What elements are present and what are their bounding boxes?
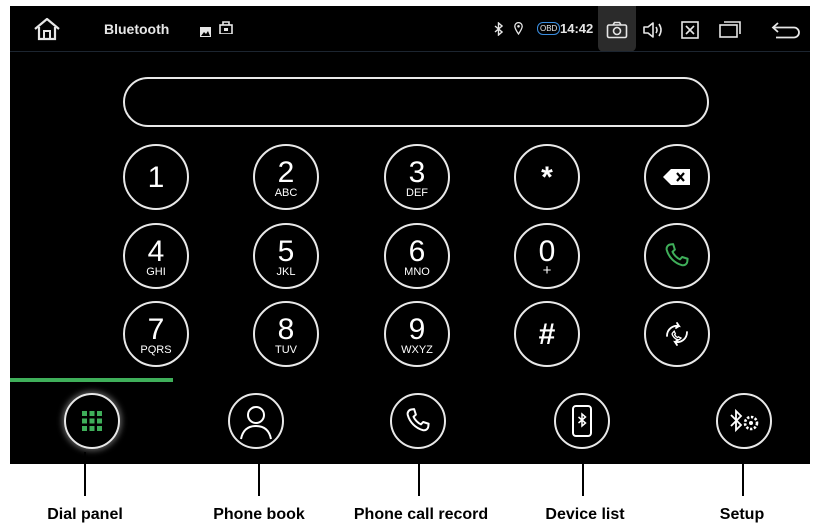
app-title: Bluetooth — [104, 21, 170, 37]
key-digit: # — [538, 318, 556, 351]
phone-icon — [406, 408, 430, 432]
key-0[interactable]: 0 + — [514, 223, 580, 289]
label-dial-panel: Dial panel — [47, 506, 123, 523]
clock: 14:42 — [560, 21, 594, 36]
close-box-icon[interactable] — [680, 20, 700, 40]
backspace-button[interactable] — [644, 144, 710, 210]
key-2[interactable]: 2 ABC — [253, 144, 319, 210]
device-bluetooth-icon — [572, 405, 592, 437]
number-field[interactable] — [123, 77, 709, 127]
callout-line-dial — [84, 452, 86, 496]
key-letters: ABC — [274, 187, 298, 199]
key-digit: 9 — [408, 313, 426, 346]
key-digit: 4 — [147, 235, 165, 268]
callout-line-record — [418, 452, 420, 496]
label-call-record: Phone call record — [353, 506, 489, 523]
active-tab-indicator — [10, 378, 173, 382]
location-icon — [514, 21, 523, 36]
key-5[interactable]: 5 JKL — [253, 223, 319, 289]
key-digit: * — [541, 161, 553, 194]
back-icon[interactable] — [770, 20, 802, 40]
key-digit: 6 — [408, 235, 426, 268]
image-icon — [200, 24, 211, 37]
status-bar: Bluetooth OBD 14:42 — [10, 6, 810, 52]
key-digit: 2 — [277, 156, 295, 189]
label-setup: Setup — [719, 506, 765, 523]
nav-call-record[interactable] — [390, 393, 446, 449]
key-digit: 8 — [277, 313, 295, 346]
bluetooth-icon — [494, 21, 504, 37]
key-star[interactable]: * — [514, 144, 580, 210]
key-letters: DEF — [406, 187, 428, 199]
key-letters: JKL — [276, 266, 296, 278]
key-digit: 3 — [408, 156, 426, 189]
key-1[interactable]: 1 — [123, 144, 189, 210]
callout-line-device — [582, 452, 584, 496]
backspace-icon — [663, 169, 690, 185]
nav-phone-book[interactable] — [228, 393, 284, 449]
sync-button[interactable] — [644, 301, 710, 367]
callout-line-phonebook — [258, 452, 260, 496]
key-9[interactable]: 9 WXYZ — [384, 301, 450, 367]
obd-badge: OBD — [537, 22, 561, 35]
key-hash[interactable]: # — [514, 301, 580, 367]
label-device-list: Device list — [545, 506, 625, 523]
status-divider — [10, 51, 810, 52]
nav-setup[interactable] — [716, 393, 772, 449]
key-4[interactable]: 4 GHI — [123, 223, 189, 289]
head-unit-screen: Bluetooth OBD 14:42 1 2 ABC 3 DEF * 4 GH… — [10, 6, 810, 464]
key-8[interactable]: 8 TUV — [253, 301, 319, 367]
keypad-icon — [82, 411, 102, 431]
label-phone-book: Phone book — [213, 506, 305, 523]
nav-dial-panel[interactable] — [64, 393, 120, 449]
key-letters: TUV — [275, 344, 297, 356]
key-digit: 1 — [147, 161, 165, 194]
key-letters: GHI — [146, 266, 166, 278]
nav-device-list[interactable] — [554, 393, 610, 449]
call-button[interactable] — [644, 223, 710, 289]
bluetooth-settings-icon — [730, 408, 759, 433]
home-icon[interactable] — [32, 16, 62, 42]
sync-icon — [666, 322, 688, 346]
contact-icon — [240, 406, 272, 440]
key-6[interactable]: 6 MNO — [384, 223, 450, 289]
key-3[interactable]: 3 DEF — [384, 144, 450, 210]
key-letters: MNO — [404, 266, 430, 278]
callout-line-setup — [742, 452, 744, 496]
key-letters: PQRS — [140, 344, 172, 356]
camera-icon[interactable] — [606, 21, 628, 39]
key-digit: 5 — [277, 235, 295, 268]
windows-icon[interactable] — [718, 19, 742, 39]
bag-icon — [219, 21, 233, 35]
volume-icon[interactable] — [642, 20, 666, 40]
key-letters: + — [542, 262, 552, 279]
key-digit: 7 — [147, 313, 165, 346]
call-icon — [665, 243, 689, 267]
key-letters: WXYZ — [401, 344, 433, 356]
key-7[interactable]: 7 PQRS — [123, 301, 189, 367]
